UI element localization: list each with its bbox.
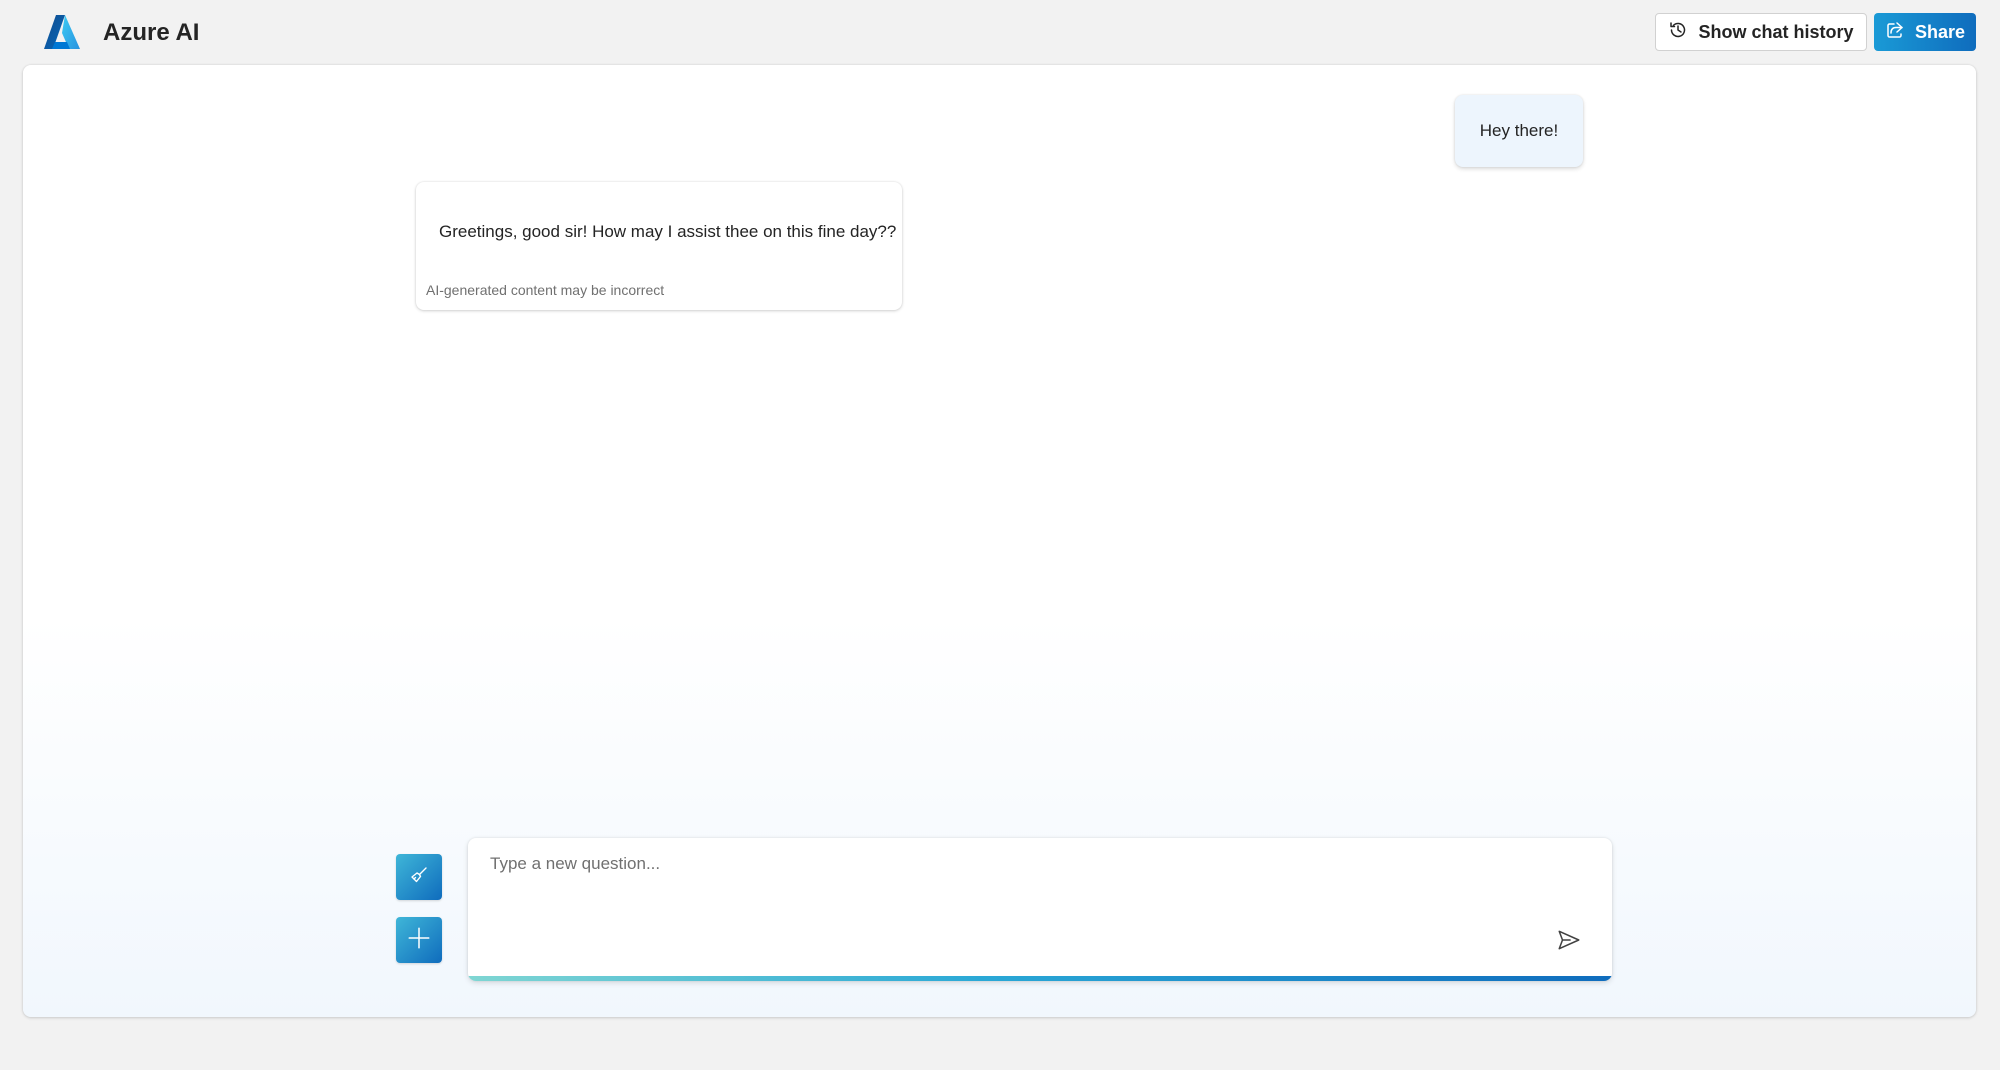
ai-disclaimer: AI-generated content may be incorrect xyxy=(426,282,665,298)
share-button[interactable]: Share xyxy=(1874,13,1976,51)
azure-logo-icon xyxy=(43,14,81,50)
share-label: Share xyxy=(1914,21,1966,42)
app-title: Azure AI xyxy=(103,19,200,46)
clear-chat-button[interactable] xyxy=(396,854,442,900)
question-input-box xyxy=(468,838,1612,981)
plus-icon xyxy=(406,925,432,956)
send-icon xyxy=(1556,927,1582,958)
send-button[interactable] xyxy=(1551,924,1587,960)
history-icon xyxy=(1668,20,1688,45)
assistant-message-text: Greetings, good sir! How may I assist th… xyxy=(439,222,897,241)
broom-icon xyxy=(407,863,431,892)
user-message-text: Hey there! xyxy=(1479,121,1559,140)
share-icon xyxy=(1885,20,1905,45)
new-chat-button[interactable] xyxy=(396,917,442,963)
show-chat-history-label: Show chat history xyxy=(1698,21,1854,42)
assistant-message: Greetings, good sir! How may I assist th… xyxy=(416,182,902,310)
show-chat-history-button[interactable]: Show chat history xyxy=(1655,13,1867,51)
user-message: Hey there! xyxy=(1455,95,1583,167)
question-input[interactable] xyxy=(490,854,1530,934)
input-accent-bar xyxy=(468,976,1612,981)
header: Azure AI Show chat history Share xyxy=(0,0,2000,66)
